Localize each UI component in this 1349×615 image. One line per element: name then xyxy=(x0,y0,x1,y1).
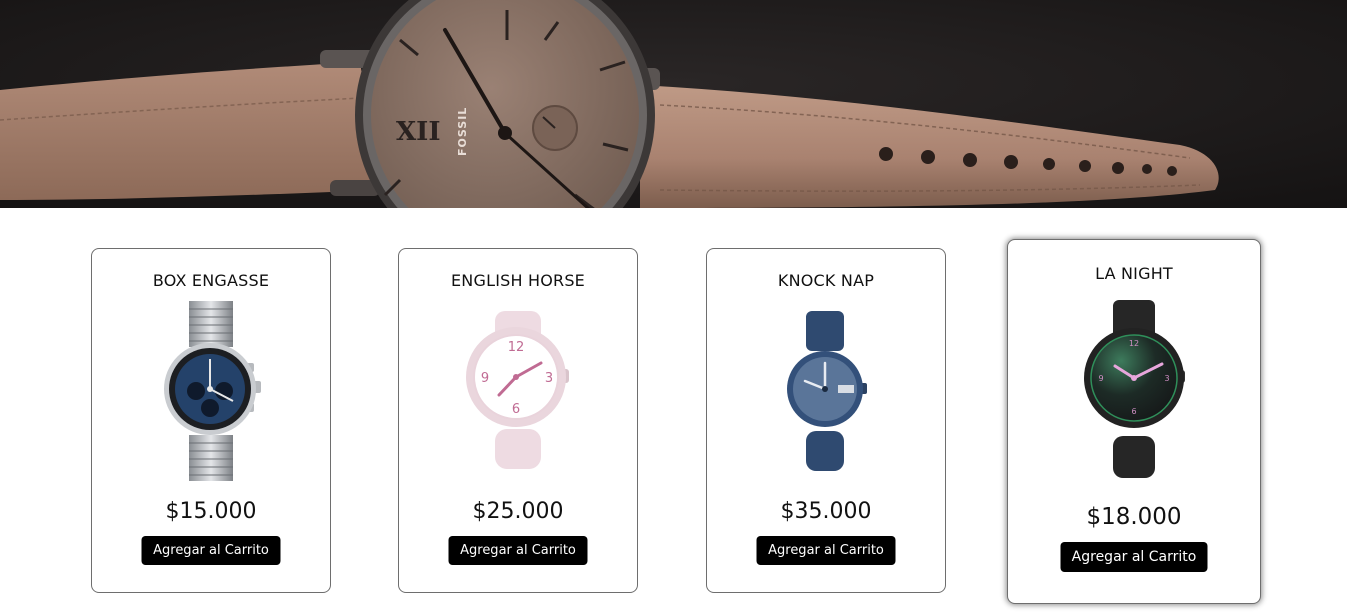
svg-text:6: 6 xyxy=(512,402,520,417)
add-to-cart-button[interactable]: Agregar al Carrito xyxy=(756,536,896,565)
svg-text:6: 6 xyxy=(1131,407,1136,416)
product-name: KNOCK NAP xyxy=(777,271,875,290)
svg-text:3: 3 xyxy=(1164,374,1169,383)
navy-watch-icon xyxy=(781,301,871,485)
product-price: $15.000 xyxy=(165,499,257,524)
product-name: ENGLISH HORSE xyxy=(451,271,585,290)
svg-text:9: 9 xyxy=(1098,374,1103,383)
add-to-cart-button[interactable]: Agregar al Carrito xyxy=(141,536,281,565)
pink-watch-icon: 12 3 6 9 xyxy=(463,301,573,485)
add-to-cart-button[interactable]: Agregar al Carrito xyxy=(448,536,588,565)
black-watch-icon: 12 3 6 9 xyxy=(1079,300,1189,484)
product-price: $35.000 xyxy=(780,499,872,524)
product-name: BOX ENGASSE xyxy=(152,271,270,290)
add-to-cart-button[interactable]: Agregar al Carrito xyxy=(1060,542,1208,572)
product-card: ENGLISH HORSE 12 3 6 9 $25.000 Agregar al C… xyxy=(398,248,638,593)
svg-text:XII: XII xyxy=(396,117,441,147)
hero-banner: XII FOSSIL xyxy=(0,0,1347,208)
svg-text:3: 3 xyxy=(545,371,553,386)
svg-text:12: 12 xyxy=(508,340,525,355)
product-card: KNOCK NAP $35.000 Agregar al Carrito xyxy=(706,248,946,593)
product-card: BOX ENGASSE $15.000 Agregar al Carrito xyxy=(91,248,331,593)
product-name: LA NIGHT xyxy=(1095,264,1173,283)
hero-watch-image: XII FOSSIL xyxy=(0,0,1347,208)
svg-text:9: 9 xyxy=(481,371,489,386)
product-price: $18.000 xyxy=(1086,504,1182,530)
product-price: $25.000 xyxy=(472,499,564,524)
svg-text:FOSSIL: FOSSIL xyxy=(456,107,469,156)
product-card-featured: LA NIGHT 12 3 6 9 $18.000 Agregar al Carrit… xyxy=(1007,239,1261,604)
silver-chronograph-watch-icon xyxy=(161,301,261,485)
svg-text:12: 12 xyxy=(1129,339,1139,348)
